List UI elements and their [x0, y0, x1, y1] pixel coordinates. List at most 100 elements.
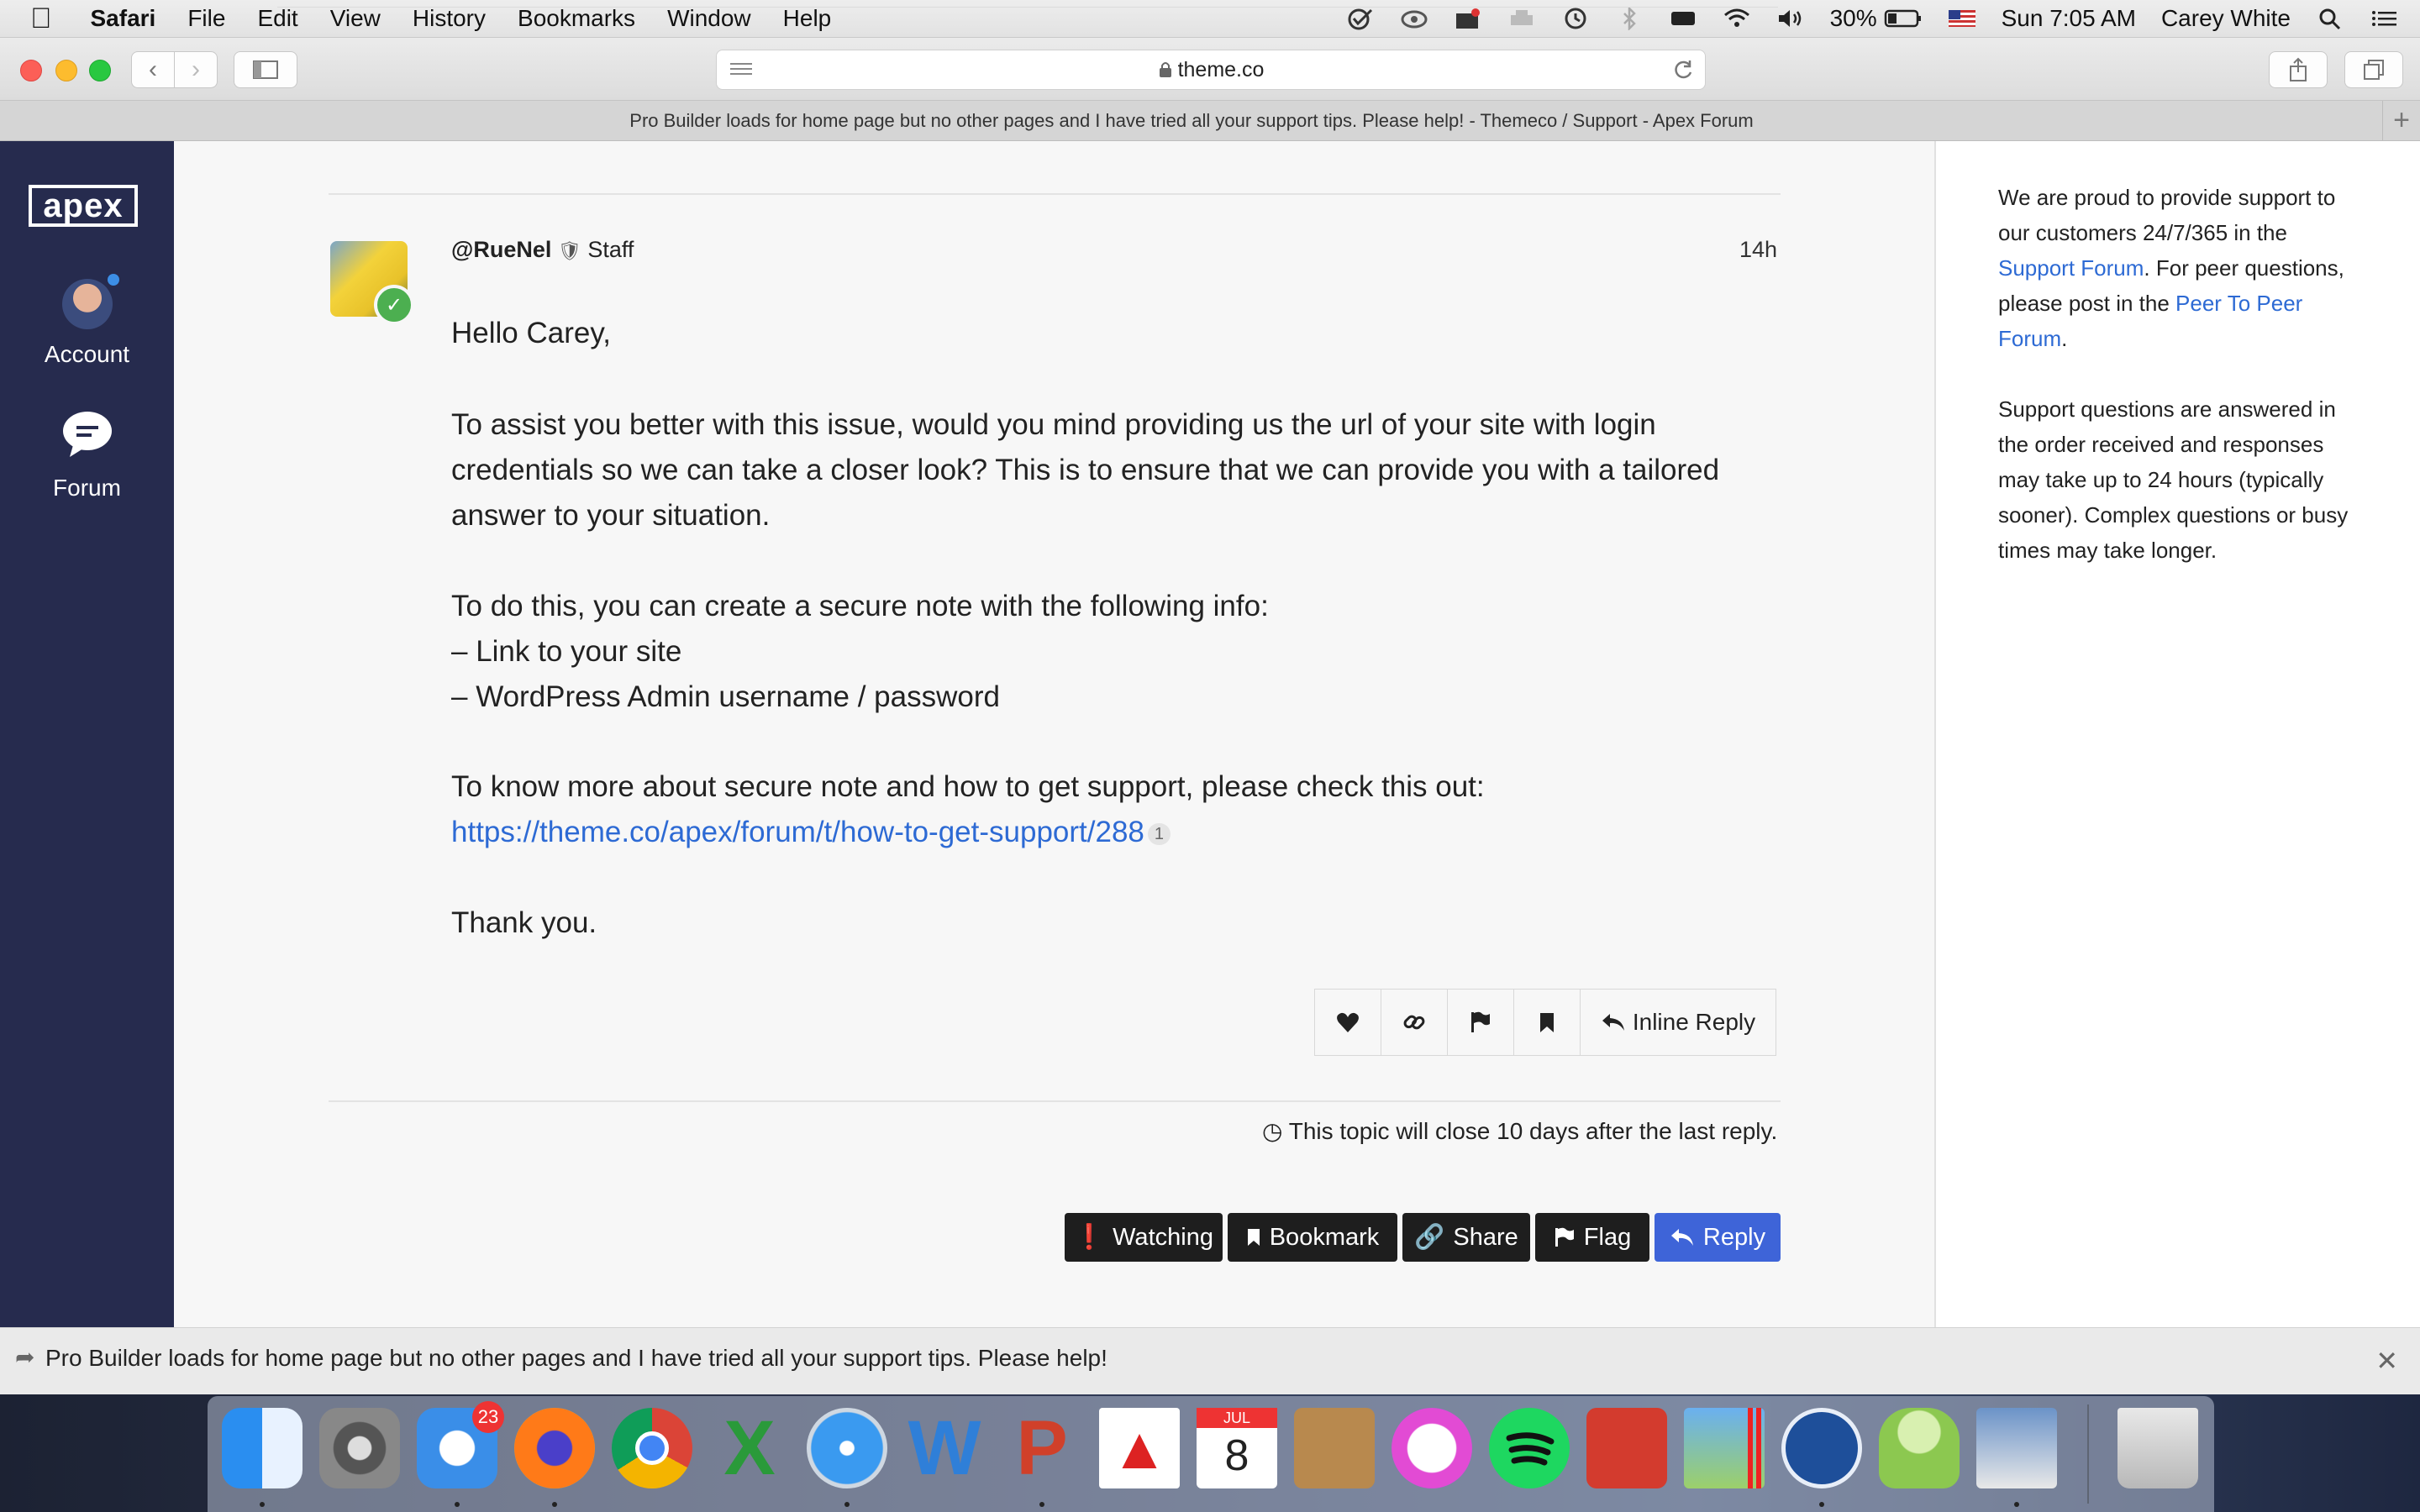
post-username[interactable]: @RueNel [451, 237, 551, 262]
menu-edit[interactable]: Edit [257, 5, 297, 32]
chrome-center [635, 1431, 669, 1465]
nav-account-label: Account [44, 341, 130, 367]
spotify-icon[interactable] [1489, 1408, 1570, 1488]
post-paragraph-2: To do this, you can create a secure note… [451, 584, 1779, 720]
sidebar-toggle-button[interactable] [234, 51, 297, 88]
running-indicator [1819, 1502, 1824, 1507]
aside-text: . [2061, 326, 2068, 351]
volume-icon[interactable] [1776, 7, 1805, 30]
back-button[interactable]: ‹ [131, 51, 175, 88]
memory-icon[interactable] [1669, 7, 1697, 30]
safari-icon[interactable] [807, 1408, 887, 1488]
flag-icon [1555, 1227, 1574, 1247]
reply-arrow-icon [1602, 1014, 1624, 1031]
apple-menu-icon[interactable]:  [30, 3, 52, 35]
bluetooth-icon[interactable] [1615, 7, 1644, 30]
tab-bar: Pro Builder loads for home page but no o… [0, 101, 2420, 141]
inline-reply-button[interactable]: Inline Reply [1581, 990, 1776, 1055]
copy-link-button[interactable] [1381, 990, 1448, 1055]
reader-view-icon[interactable] [729, 60, 754, 79]
menu-bookmarks[interactable]: Bookmarks [518, 5, 635, 32]
post-timestamp[interactable]: 14h [1739, 237, 1777, 263]
notification-center-icon[interactable] [2370, 7, 2398, 30]
reload-icon[interactable] [1673, 59, 1695, 81]
share-topic-button[interactable]: 🔗 Share [1402, 1213, 1530, 1262]
system-preferences-icon[interactable] [319, 1408, 400, 1488]
checkmark-status-icon[interactable] [1346, 7, 1375, 30]
share-icon [2290, 57, 2307, 81]
minimize-window-button[interactable] [55, 60, 77, 81]
link-icon: 🔗 [1414, 1224, 1445, 1251]
active-tab[interactable]: Pro Builder loads for home page but no o… [0, 101, 2383, 140]
menu-user[interactable]: Carey White [2161, 5, 2291, 32]
chrome-icon[interactable] [612, 1408, 692, 1488]
post-line: To assist you better with this issue, wo… [451, 408, 1656, 441]
plus-icon: + [2393, 104, 2410, 136]
firefox-icon[interactable] [514, 1408, 595, 1488]
preview-icon[interactable] [1976, 1408, 2057, 1488]
share-page-button[interactable] [2269, 51, 2328, 88]
powerpoint-icon[interactable]: P [1002, 1408, 1082, 1488]
menu-window[interactable]: Window [667, 5, 751, 32]
spotlight-search-icon[interactable] [2316, 7, 2344, 30]
nav-forum[interactable]: Forum [0, 410, 174, 501]
like-button[interactable] [1315, 990, 1381, 1055]
close-window-button[interactable] [20, 60, 42, 81]
excel-icon[interactable]: X [709, 1408, 790, 1488]
trash-icon[interactable] [2118, 1408, 2198, 1488]
bookmark-topic-button[interactable]: Bookmark [1228, 1213, 1397, 1262]
apex-logo[interactable]: apex [29, 185, 138, 227]
acrobat-icon[interactable]: ▲ [1099, 1408, 1180, 1488]
menu-clock[interactable]: Sun 7:05 AM [2002, 5, 2136, 32]
post-actions: Inline Reply [1314, 989, 1776, 1056]
topic-progress-bar[interactable]: ➦ Pro Builder loads for home page but no… [0, 1327, 2420, 1395]
watching-button[interactable]: ❗ Watching [1065, 1213, 1223, 1262]
bookmark-post-button[interactable] [1514, 990, 1581, 1055]
topic-close-notice: ◷ This topic will close 10 days after th… [1262, 1117, 1777, 1145]
post-paragraph-3: To know more about secure note and how t… [451, 764, 1779, 855]
flag-post-button[interactable] [1448, 990, 1514, 1055]
menu-view[interactable]: View [330, 5, 381, 32]
time-machine-icon[interactable] [1561, 7, 1590, 30]
printer-icon[interactable] [1507, 7, 1536, 30]
post-divider-top [329, 193, 1781, 195]
zoom-window-button[interactable] [89, 60, 111, 81]
flag-topic-button[interactable]: Flag [1535, 1213, 1649, 1262]
tab-overview-button[interactable] [2344, 51, 2403, 88]
word-icon[interactable]: W [904, 1408, 985, 1488]
post-line: – WordPress Admin username / password [451, 680, 1000, 713]
calendar-icon[interactable]: JUL 8 [1197, 1408, 1277, 1488]
url-text: theme.co [1177, 57, 1265, 81]
parallels-icon[interactable] [1684, 1408, 1765, 1488]
bottom-topic-title[interactable]: Pro Builder loads for home page but no o… [45, 1345, 1107, 1372]
airmail-icon[interactable]: 23 [417, 1401, 504, 1488]
creative-cloud-icon[interactable] [1400, 7, 1428, 30]
wifi-icon[interactable] [1723, 7, 1751, 30]
nav-account[interactable]: Account [0, 274, 174, 368]
contacts-icon[interactable] [1294, 1408, 1375, 1488]
menu-app-name[interactable]: Safari [91, 5, 156, 32]
remote-desktop-icon[interactable] [1586, 1408, 1667, 1488]
support-info-aside: We are proud to provide support to our c… [1936, 141, 2420, 1327]
finder-icon[interactable] [222, 1408, 302, 1488]
menu-help[interactable]: Help [783, 5, 832, 32]
staff-avatar[interactable]: ✓ [330, 241, 414, 325]
reply-arrow-icon [1670, 1229, 1693, 1246]
itunes-icon[interactable] [1392, 1408, 1472, 1488]
us-flag-icon[interactable] [1948, 7, 1976, 30]
battery-percent[interactable]: 30% [1830, 5, 1877, 32]
forward-button[interactable]: › [174, 51, 218, 88]
close-icon[interactable]: ✕ [2375, 1345, 2398, 1377]
post-author: @RueNel 🛡 Staff [451, 237, 634, 263]
menu-history[interactable]: History [413, 5, 486, 32]
support-guide-link[interactable]: https://theme.co/apex/forum/t/how-to-get… [451, 816, 1144, 848]
new-tab-button[interactable]: + [2382, 101, 2420, 140]
address-bar[interactable]: theme.co [716, 50, 1706, 90]
screen-recorder-icon[interactable] [1454, 7, 1482, 30]
reply-button[interactable]: Reply [1655, 1213, 1781, 1262]
menu-file[interactable]: File [187, 5, 225, 32]
support-forum-link[interactable]: Support Forum [1998, 255, 2144, 281]
database-search-icon[interactable] [1879, 1408, 1960, 1488]
battery-icon[interactable] [1884, 7, 1923, 30]
nordvpn-icon[interactable] [1781, 1408, 1862, 1488]
